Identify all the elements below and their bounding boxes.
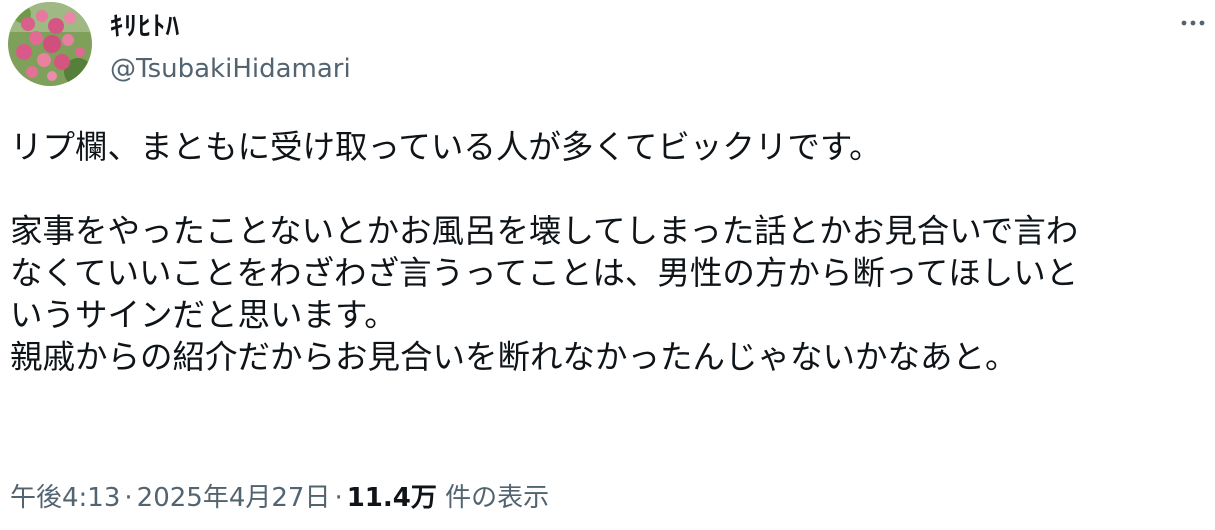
views-count[interactable]: 11.4万 [347,483,437,513]
tweet-text-line: いうサインだと思います。 [10,296,397,334]
more-horizontal-icon [1181,20,1205,26]
meta-separator: · [334,483,343,513]
display-name[interactable]: ｷﾘﾋﾄﾊ [110,10,180,44]
tweet-meta: 午後4:13 · 2025年4月27日 · 11.4万 件の表示 [10,480,549,516]
tweet-text-line: 家事をやったことないとかお風呂を壊してしまった話とかお見合いで言わ [10,212,1079,250]
tweet-text-line: リプ欄、まともに受け取っている人が多くてビックリです。 [10,128,882,166]
flower-avatar-icon [8,2,92,86]
tweet-timestamp[interactable]: 午後4:13 · 2025年4月27日 [10,483,330,513]
meta-separator: · [124,483,133,513]
tweet-text: リプ欄、まともに受け取っている人が多くてビックリです。 家事をやったことないとか… [10,126,1210,378]
avatar[interactable] [8,2,92,86]
tweet-text-line: なくていいことをわざわざ言うってことは、男性の方から断ってほしいと [10,254,1079,292]
tweet-text-line: 親戚からの紹介だからお見合いを断れなかったんじゃないかなあと。 [10,338,1018,376]
views-label: 件の表示 [445,483,550,513]
user-handle[interactable]: @TsubakiHidamari [110,52,351,86]
tweet-date: 2025年4月27日 [136,483,331,513]
more-options-button[interactable] [1178,8,1208,38]
tweet-time: 午後4:13 [10,483,121,513]
tweet-card: ｷﾘﾋﾄﾊ @TsubakiHidamari リプ欄、まともに受け取っている人が… [0,0,1215,530]
